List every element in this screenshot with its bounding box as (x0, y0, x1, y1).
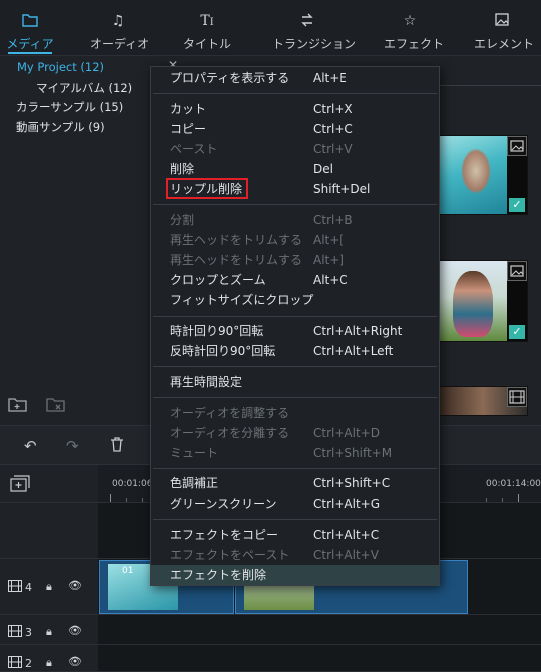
element-icon (474, 13, 530, 31)
text-icon: TI (200, 13, 214, 29)
undo-icon[interactable]: ↶ (24, 437, 37, 455)
tree-item-color-sample[interactable]: カラーサンプル (15) (16, 99, 123, 115)
track-header-2: 2 🔒︎ 👁︎ (0, 645, 98, 672)
video-type-icon (507, 387, 527, 407)
lock-icon[interactable]: 🔒︎ (46, 580, 52, 594)
tab-media[interactable]: メディア (4, 0, 56, 56)
menu-item-copy[interactable]: コピー Ctrl+C (151, 119, 439, 139)
thumbnail-image (461, 148, 491, 194)
menu-item-mute[interactable]: ミュート Ctrl+Shift+M (151, 443, 439, 463)
tab-transition-label: トランジション (272, 37, 357, 51)
highlight-box (166, 178, 248, 199)
track-header-empty (0, 503, 98, 559)
add-folder-icon[interactable] (8, 396, 28, 412)
tab-media-label: メディア (6, 37, 54, 51)
tree-item-my-project[interactable]: My Project (12) (17, 60, 104, 74)
eye-icon[interactable]: 👁︎ (68, 624, 82, 637)
menu-item-copy-effect[interactable]: エフェクトをコピー Ctrl+Alt+C (151, 525, 439, 545)
tree-item-my-album[interactable]: マイアルバム (12) (36, 80, 132, 96)
tab-audio[interactable]: ♫ オーディオ (90, 0, 150, 56)
menu-item-delete[interactable]: 削除 Del (151, 159, 439, 179)
divider (440, 85, 541, 86)
folder-icon (4, 13, 56, 31)
clip-label: 01 (122, 566, 134, 576)
menu-item-show-properties[interactable]: プロパティを表示する Alt+E (151, 68, 439, 88)
timeline-corner (0, 465, 98, 503)
film-icon (8, 625, 22, 640)
track-header-4: 4 🔒︎ 👁︎ (0, 559, 98, 615)
menu-item-duration[interactable]: 再生時間設定 (151, 372, 439, 392)
menu-item-rotate-cw[interactable]: 時計回り90°回転 Ctrl+Alt+Right (151, 321, 439, 341)
eye-icon[interactable]: 👁︎ (68, 579, 82, 592)
tab-transition[interactable]: トランジション (272, 0, 357, 56)
menu-item-adjust-audio[interactable]: オーディオを調整する (151, 403, 439, 423)
track-name: 2 (25, 657, 32, 670)
menu-item-trim-end[interactable]: 再生ヘッドをトリムする Alt+] (151, 250, 439, 270)
lock-icon[interactable]: 🔒︎ (46, 625, 52, 639)
track-name: 4 (25, 581, 32, 594)
check-icon: ✓ (509, 198, 525, 212)
menu-item-trim-start[interactable]: 再生ヘッドをトリムする Alt+[ (151, 230, 439, 250)
menu-item-paste-effect[interactable]: エフェクトをペースト Ctrl+Alt+V (151, 545, 439, 565)
delete-folder-icon[interactable] (46, 396, 66, 412)
add-track-icon[interactable] (10, 475, 30, 496)
check-icon: ✓ (509, 325, 525, 339)
track-area-2[interactable] (98, 645, 541, 672)
media-thumbnail[interactable]: ✓ (438, 260, 528, 342)
tab-effect-label: エフェクト (384, 37, 445, 51)
track-header-3: 3 🔒︎ 👁︎ (0, 615, 98, 645)
media-thumbnail[interactable]: ✓ (438, 135, 528, 215)
tab-title-label: タイトル (183, 37, 232, 51)
lock-icon[interactable]: 🔒︎ (46, 656, 52, 670)
transition-icon (272, 13, 342, 31)
trash-icon[interactable] (110, 437, 124, 456)
eye-icon[interactable]: 👁︎ (68, 655, 82, 668)
menu-item-split[interactable]: 分割 Ctrl+B (151, 210, 439, 230)
menu-item-crop-zoom[interactable]: クロップとズーム Alt+C (151, 270, 439, 290)
film-icon (8, 580, 22, 595)
folder-actions (8, 396, 80, 415)
tab-audio-label: オーディオ (90, 37, 150, 51)
film-icon (8, 656, 22, 671)
music-note-icon: ♫ (111, 13, 125, 29)
thumbnail-image (453, 271, 493, 337)
image-type-icon (507, 261, 527, 281)
tab-element[interactable]: エレメント (474, 0, 535, 56)
redo-icon[interactable]: ↷ (66, 437, 79, 455)
track-name: 3 (25, 626, 32, 639)
tab-effect[interactable]: ☆ エフェクト (384, 0, 445, 56)
track-area-3[interactable] (98, 615, 541, 645)
context-menu: プロパティを表示する Alt+E カット Ctrl+X コピー Ctrl+C ペースト… (150, 66, 440, 586)
menu-item-green-screen[interactable]: グリーンスクリーン Ctrl+Alt+G (151, 494, 439, 514)
menu-item-color-correction[interactable]: 色調補正 Ctrl+Shift+C (151, 473, 439, 493)
video-editor-window: メディア ♫ オーディオ TI タイトル トランジション ☆ エフェクト エレメ… (0, 0, 541, 672)
tree-item-video-sample[interactable]: 動画サンプル (9) (16, 119, 105, 135)
menu-item-paste[interactable]: ペースト Ctrl+V (151, 139, 439, 159)
menu-item-cut[interactable]: カット Ctrl+X (151, 99, 439, 119)
menu-item-crop-to-fit[interactable]: フィットサイズにクロップ (151, 290, 439, 310)
ruler-label: 00:01:14:00 (486, 479, 541, 489)
menu-item-rotate-ccw[interactable]: 反時計回り90°回転 Ctrl+Alt+Left (151, 341, 439, 361)
image-type-icon (507, 136, 527, 156)
library-tab-bar: メディア ♫ オーディオ TI タイトル トランジション ☆ エフェクト エレメ… (0, 0, 541, 56)
tab-title[interactable]: TI タイトル (183, 0, 231, 56)
tab-element-label: エレメント (474, 37, 535, 51)
effect-icon: ☆ (403, 13, 417, 29)
menu-item-detach-audio[interactable]: オーディオを分離する Ctrl+Alt+D (151, 423, 439, 443)
media-thumbnail[interactable] (438, 386, 528, 416)
menu-item-delete-effect[interactable]: エフェクトを削除 (151, 565, 439, 585)
